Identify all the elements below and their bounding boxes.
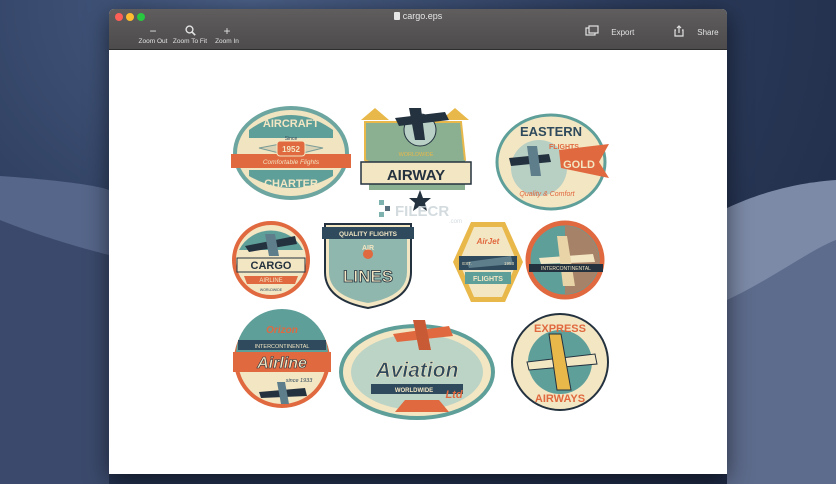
zoom-to-fit-label: Zoom To Fit (172, 38, 208, 45)
magnifier-icon (170, 25, 210, 38)
lines-top: QUALITY FLIGHTS (339, 231, 398, 238)
document-icon (393, 12, 400, 20)
zoom-in-label: Zoom In (215, 38, 239, 45)
aviation-sub: WORLDWIDE (395, 388, 433, 394)
window-title: cargo.eps (402, 11, 443, 21)
eastern-gold: GOLD (563, 159, 595, 171)
badge-aircraft-charter: AIRCRAFT Since 1952 Comfortable Flights … (231, 106, 351, 200)
share-label: Share (697, 28, 719, 37)
badge-cargo: CARGO AIRLINE WORLDWIDE (232, 221, 310, 299)
zoom-to-fit-button[interactable]: Zoom To Fit (170, 25, 210, 45)
lines-title: LINES (343, 267, 393, 286)
eastern-script: Quality & Comfort (519, 191, 575, 198)
preview-window: cargo.eps − Zoom Out Zoom To Fit + Zoom … (109, 9, 727, 474)
aircraft-year: 1952 (282, 145, 300, 154)
aircraft-charter: CHARTER (264, 178, 318, 190)
airjet-year: 1953 (504, 261, 515, 266)
orizon-airline: Airline (256, 355, 307, 372)
share-icon (674, 25, 684, 37)
export-button[interactable]: Export (585, 25, 634, 37)
aircraft-ribbon: Comfortable Flights (263, 159, 320, 166)
aircraft-since: Since (285, 136, 298, 142)
airjet-title: FLIGHTS (473, 276, 503, 283)
document-canvas[interactable]: AIRCRAFT Since 1952 Comfortable Flights … (109, 50, 727, 474)
watermark-suffix: .com (449, 219, 462, 225)
aircraft-title: AIRCRAFT (263, 118, 319, 130)
cargo-sub: AIRLINE (259, 278, 282, 284)
lines-air: AIR (362, 245, 374, 252)
zoom-out-button[interactable]: − Zoom Out (135, 24, 171, 46)
express-title: EXPRESS (534, 323, 586, 335)
badge-intercontinental: INTERCONTINENTAL (525, 220, 605, 300)
airjet-script: AirJet (476, 237, 500, 246)
cargo-title: CARGO (251, 260, 292, 272)
zoom-in-button[interactable]: + Zoom In (211, 24, 243, 46)
plus-icon: + (223, 24, 231, 38)
watermark-brand: FILECR (395, 203, 449, 220)
airjet-est: EST. (462, 261, 472, 266)
cargo-small: WORLDWIDE (260, 288, 283, 292)
eastern-title: EASTERN (520, 124, 582, 139)
zoom-out-label: Zoom Out (138, 38, 168, 45)
titlebar: cargo.eps − Zoom Out Zoom To Fit + Zoom … (109, 9, 727, 50)
orizon-since: since 1933 (286, 378, 314, 384)
airway-small: WORLDWIDE (399, 152, 434, 158)
share-button[interactable]: Share (674, 25, 719, 37)
badge-eastern: EASTERN FLIGHTS GOLD Quality & Comfort (495, 113, 609, 211)
orizon-title: Orizon (266, 325, 298, 336)
badge-orizon: Orizon INTERCONTINENTAL Airline since 19… (233, 309, 331, 408)
badge-airjet: AirJet EST. 1953 FLIGHTS (453, 222, 523, 302)
aviation-title: Aviation (375, 359, 459, 382)
airway-title: AIRWAY (387, 167, 445, 184)
minus-icon: − (149, 24, 157, 38)
aviation-script: Ltd (445, 389, 462, 401)
badge-express: EXPRESS AIRWAYS (511, 313, 609, 411)
badge-airway: WORLDWIDE AIRWAY (360, 108, 472, 211)
express-airways: AIRWAYS (535, 393, 585, 405)
badge-aviation: Aviation WORLDWIDE Ltd (339, 320, 495, 420)
window-title-area: cargo.eps (109, 11, 727, 21)
export-label: Export (611, 28, 635, 37)
orizon-inter: INTERCONTINENTAL (255, 344, 310, 350)
export-icon (585, 25, 599, 36)
intercontinental-title: INTERCONTINENTAL (541, 266, 591, 272)
badge-lines: QUALITY FLIGHTS AIR LINES (322, 223, 414, 310)
eastern-flights: FLIGHTS (549, 144, 579, 151)
filecr-watermark: FILECR .com (379, 200, 462, 225)
badges-artwork: AIRCRAFT Since 1952 Comfortable Flights … (231, 106, 609, 420)
